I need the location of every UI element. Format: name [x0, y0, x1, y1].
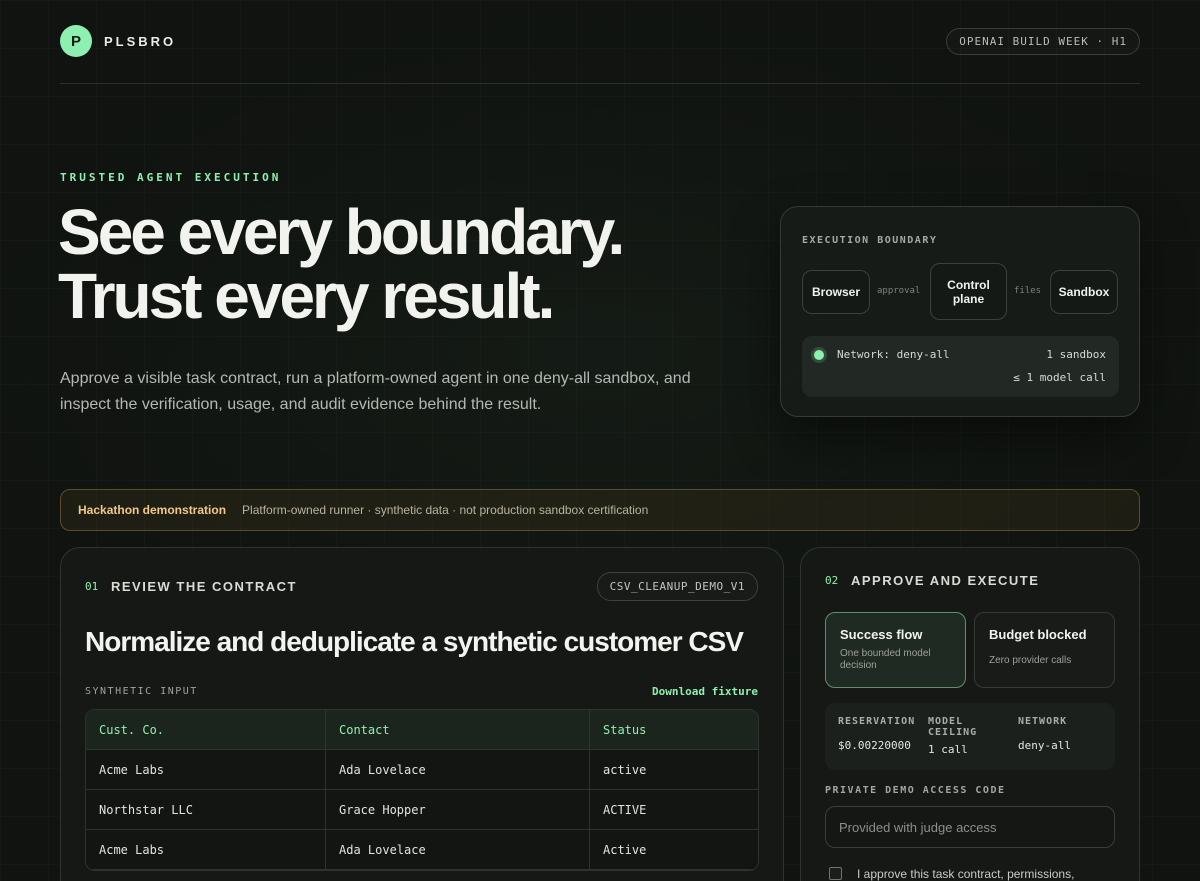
execution-stats: RESERVATION $0.00220000 MODEL CEILING 1 … — [825, 703, 1115, 770]
flow-subtitle: One bounded model decision — [840, 648, 931, 671]
hero-headline: See every boundary. Trust every result. — [58, 196, 625, 332]
table-header-row: Cust. Co. Contact Status — [86, 710, 758, 750]
review-contract-panel: 01 REVIEW THE CONTRACT CSV_CLEANUP_DEMO_… — [60, 547, 784, 881]
reservation-value: $0.00220000 — [838, 739, 911, 752]
table-cell: Northstar LLC — [86, 790, 326, 830]
table-cell: ACTIVE — [590, 790, 758, 830]
approval-edge-label: approval — [877, 286, 921, 296]
reservation-label: RESERVATION — [838, 716, 916, 727]
boundary-title: EXECUTION BOUNDARY — [802, 235, 938, 246]
brand-name[interactable]: PLSBRO — [104, 34, 176, 49]
contract-id-badge: CSV_CLEANUP_DEMO_V1 — [596, 572, 758, 601]
table-row: Northstar LLC Grace Hopper ACTIVE — [86, 790, 758, 830]
task-title: Normalize and deduplicate a synthetic cu… — [85, 626, 744, 657]
model-call-limit: ≤ 1 model call — [1013, 371, 1106, 384]
access-code-input[interactable] — [825, 806, 1115, 848]
hero-description: Approve a visible task contract, run a p… — [60, 370, 691, 413]
banner-title: Hackathon demonstration — [78, 503, 227, 517]
column-header: Status — [590, 710, 758, 750]
control-plane-node: Control plane — [930, 263, 1007, 320]
hero-eyebrow: TRUSTED AGENT EXECUTION — [60, 171, 282, 184]
budget-blocked-option[interactable]: Budget blocked Zero provider calls — [974, 612, 1115, 688]
flow-title: Success flow — [840, 627, 923, 642]
network-stat-value: deny-all — [1018, 739, 1071, 752]
step-title: REVIEW THE CONTRACT — [111, 579, 297, 594]
synthetic-input-table: Cust. Co. Contact Status Acme Labs Ada L… — [85, 709, 759, 871]
execution-boundary-card: EXECUTION BOUNDARY Browser approval Cont… — [780, 206, 1140, 417]
headline-line-2: Trust every result. — [58, 260, 555, 332]
browser-node: Browser — [802, 270, 870, 314]
table-cell: Acme Labs — [86, 750, 326, 790]
step-number: 01 — [85, 580, 99, 593]
model-ceiling-label: MODEL CEILING — [928, 716, 978, 738]
table-row: Acme Labs Ada Lovelace Active — [86, 830, 758, 870]
table-cell: Acme Labs — [86, 830, 326, 870]
approve-checkbox[interactable] — [829, 867, 842, 880]
step-title: APPROVE AND EXECUTE — [851, 573, 1040, 588]
step-number: 02 — [825, 574, 839, 587]
approval-text: I approve this task contract, permission… — [857, 867, 1075, 881]
header-divider — [60, 83, 1140, 84]
demo-banner: Hackathon demonstration Platform-owned r… — [60, 489, 1140, 531]
access-code-label: PRIVATE DEMO ACCESS CODE — [825, 785, 1006, 796]
synthetic-input-label: SYNTHETIC INPUT — [85, 686, 198, 697]
flow-title: Budget blocked — [989, 627, 1087, 642]
files-edge-label: files — [1014, 286, 1042, 296]
sandbox-count: 1 sandbox — [1046, 348, 1106, 361]
column-header: Cust. Co. — [86, 710, 326, 750]
status-dot-icon — [814, 350, 824, 360]
approval-row: I approve this task contract, permission… — [829, 866, 1097, 881]
table-cell: Active — [590, 830, 758, 870]
banner-text: Platform-owned runner · synthetic data ·… — [242, 503, 649, 517]
event-badge: OPENAI BUILD WEEK · H1 — [946, 28, 1140, 55]
column-header: Contact — [326, 710, 590, 750]
success-flow-option[interactable]: Success flow One bounded model decision — [825, 612, 966, 688]
table-cell: active — [590, 750, 758, 790]
headline-line-1: See every boundary. — [58, 196, 625, 268]
download-fixture-link[interactable]: Download fixture — [652, 685, 758, 698]
approve-execute-panel: 02 APPROVE AND EXECUTE Success flow One … — [800, 547, 1140, 881]
sandbox-node: Sandbox — [1050, 270, 1118, 314]
table-cell: Ada Lovelace — [326, 830, 590, 870]
network-status-box: Network: deny-all 1 sandbox ≤ 1 model ca… — [802, 336, 1119, 397]
logo-icon[interactable]: P — [60, 25, 92, 57]
network-stat-label: NETWORK — [1018, 716, 1068, 727]
top-bar: P PLSBRO OPENAI BUILD WEEK · H1 — [60, 24, 1140, 60]
table-cell: Grace Hopper — [326, 790, 590, 830]
model-ceiling-value: 1 call — [928, 743, 968, 756]
network-label: Network: deny-all — [837, 348, 950, 361]
flow-subtitle: Zero provider calls — [989, 655, 1072, 666]
table-cell: Ada Lovelace — [326, 750, 590, 790]
table-row: Acme Labs Ada Lovelace active — [86, 750, 758, 790]
